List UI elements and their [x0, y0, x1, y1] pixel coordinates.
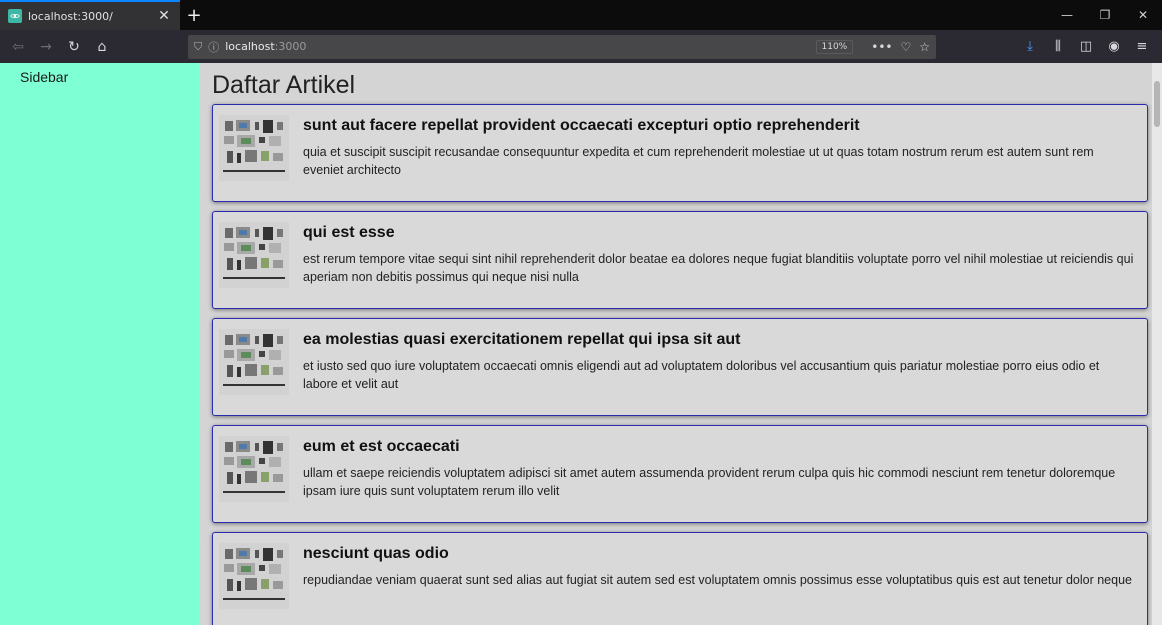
- article-thumbnail-image: [219, 115, 289, 181]
- article-card[interactable]: qui est esse est rerum tempore vitae seq…: [212, 211, 1148, 309]
- restore-icon[interactable]: ❐: [1086, 0, 1124, 30]
- page-content: Sidebar Daftar Artikel sunt aut facere r…: [0, 63, 1162, 625]
- article-thumbnail-image: [219, 329, 289, 395]
- page-title: Daftar Artikel: [212, 71, 356, 99]
- article-card[interactable]: eum et est occaecati ullam et saepe reic…: [212, 425, 1148, 523]
- close-window-icon[interactable]: ✕: [1124, 0, 1162, 30]
- article-body: eum et est occaecati ullam et saepe reic…: [303, 436, 1137, 512]
- article-thumbnail-image: [219, 222, 289, 288]
- back-button[interactable]: ⇦: [6, 35, 30, 59]
- article-list: Daftar Artikel sunt aut facere repellat …: [200, 63, 1162, 625]
- article-title[interactable]: ea molestias quasi exercitationem repell…: [303, 331, 1137, 349]
- article-body: ea molestias quasi exercitationem repell…: [303, 329, 1137, 405]
- react-favicon-icon: [8, 9, 22, 23]
- home-button[interactable]: ⌂: [90, 35, 114, 59]
- reload-button[interactable]: ↻: [62, 35, 86, 59]
- forward-button[interactable]: →: [34, 35, 58, 59]
- close-tab-icon[interactable]: ✕: [156, 8, 172, 24]
- article-excerpt: ullam et saepe reiciendis voluptatem adi…: [303, 466, 1116, 498]
- article-body: nesciunt quas odio repudiandae veniam qu…: [303, 543, 1137, 619]
- bookmark-star-icon[interactable]: ☆: [919, 40, 930, 54]
- article-card[interactable]: ea molestias quasi exercitationem repell…: [212, 318, 1148, 416]
- tab-title: localhost:3000/: [28, 9, 113, 23]
- article-title[interactable]: eum et est occaecati: [303, 438, 1137, 456]
- library-icon[interactable]: ⫼: [1044, 39, 1072, 54]
- sidebar-label: Sidebar: [20, 69, 69, 85]
- url-text[interactable]: localhost:3000: [225, 40, 815, 53]
- tab-bar: localhost:3000/ ✕ + — ❐ ✕: [0, 0, 1162, 30]
- navigation-bar: ⇦ → ↻ ⌂ ⛉ ⓘ localhost:3000 110% ••• ♡ ☆ …: [0, 30, 1162, 63]
- pocket-icon[interactable]: ♡: [900, 40, 911, 54]
- article-excerpt: repudiandae veniam quaerat sunt sed alia…: [303, 573, 1132, 587]
- article-body: sunt aut facere repellat provident occae…: [303, 115, 1137, 191]
- article-thumbnail-image: [219, 436, 289, 502]
- article-excerpt: et iusto sed quo iure voluptatem occaeca…: [303, 359, 1100, 391]
- account-icon[interactable]: ◉: [1100, 39, 1128, 54]
- browser-tab[interactable]: localhost:3000/ ✕: [0, 0, 180, 30]
- zoom-level-badge[interactable]: 110%: [815, 39, 854, 54]
- article-thumbnail-image: [219, 543, 289, 609]
- article-card[interactable]: nesciunt quas odio repudiandae veniam qu…: [212, 532, 1148, 625]
- toolbar-right: ⤓ ⫼ ◫ ◉ ≡: [1016, 39, 1156, 54]
- sidebar: Sidebar: [0, 63, 200, 625]
- menu-icon[interactable]: ≡: [1128, 39, 1156, 54]
- article-card[interactable]: sunt aut facere repellat provident occae…: [212, 104, 1148, 202]
- article-title[interactable]: sunt aut facere repellat provident occae…: [303, 117, 1137, 135]
- article-title[interactable]: nesciunt quas odio: [303, 545, 1137, 563]
- article-body: qui est esse est rerum tempore vitae seq…: [303, 222, 1137, 298]
- site-info-icon[interactable]: ⓘ: [208, 39, 219, 55]
- download-icon[interactable]: ⤓: [1016, 39, 1044, 54]
- minimize-icon[interactable]: —: [1048, 0, 1086, 30]
- window-controls: — ❐ ✕: [1048, 0, 1162, 30]
- sidebar-toggle-icon[interactable]: ◫: [1072, 39, 1100, 54]
- url-bar[interactable]: ⛉ ⓘ localhost:3000 110% ••• ♡ ☆: [188, 34, 936, 59]
- article-title[interactable]: qui est esse: [303, 224, 1137, 242]
- tracking-shield-icon[interactable]: ⛉: [194, 40, 202, 54]
- new-tab-button[interactable]: +: [180, 0, 208, 30]
- page-actions-icon[interactable]: •••: [871, 40, 892, 54]
- scrollbar-thumb[interactable]: [1154, 81, 1160, 127]
- article-excerpt: quia et suscipit suscipit recusandae con…: [303, 145, 1094, 177]
- scrollbar[interactable]: [1152, 63, 1162, 625]
- article-excerpt: est rerum tempore vitae sequi sint nihil…: [303, 252, 1134, 284]
